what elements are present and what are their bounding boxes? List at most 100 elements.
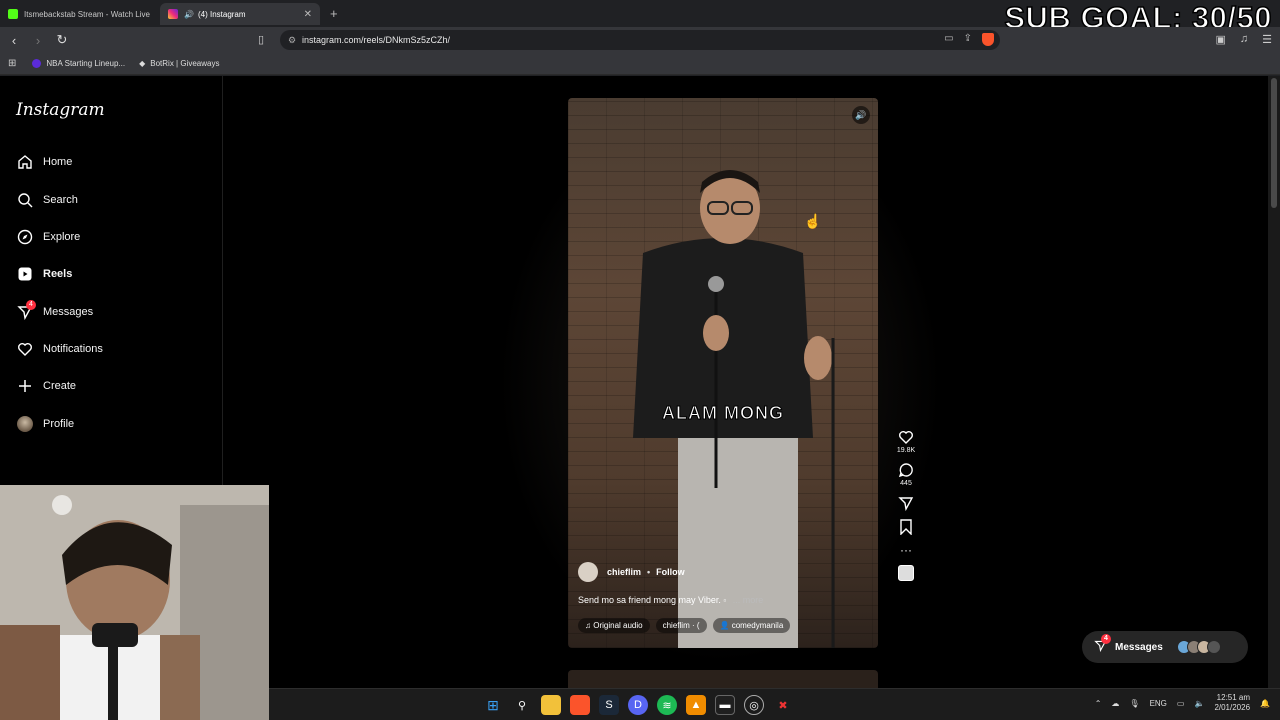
like-action[interactable]: 19.8K xyxy=(897,429,915,454)
taskbar-apps: ⊞ ⚲ S D ≋ ▲ ▬ ◎ ✖ xyxy=(483,695,793,715)
sidebar-item-messages[interactable]: 4 Messages xyxy=(16,300,93,324)
reel-description: Send mo sa friend mong may Viber. ▫ ... … xyxy=(578,595,763,605)
forward-icon[interactable]: › xyxy=(28,33,48,48)
tagged-user-chip[interactable]: 👤 comedymanila xyxy=(712,618,791,633)
notification-badge: 4 xyxy=(1101,634,1111,644)
sidebar-item-notifications[interactable]: Notifications xyxy=(16,337,103,361)
scrollbar-thumb[interactable] xyxy=(1271,78,1277,208)
kick-icon xyxy=(8,9,18,19)
send-icon xyxy=(898,497,914,511)
tab-instagram[interactable]: 🔊 (4) Instagram ✕ xyxy=(160,3,320,25)
description-text: Send mo sa friend mong may Viber. xyxy=(578,595,724,605)
volume-icon[interactable]: 🔊 xyxy=(852,106,870,124)
audio-chip[interactable]: ♫ Original audio xyxy=(578,618,650,633)
comment-icon xyxy=(898,463,913,478)
conversation-avatars xyxy=(1176,640,1221,654)
comment-action[interactable]: 445 xyxy=(898,462,914,487)
bookmark-icon[interactable]: ▯ xyxy=(258,33,264,46)
notification-badge: 4 xyxy=(26,300,36,310)
messenger-icon: 4 xyxy=(1094,634,1111,655)
address-bar[interactable]: ⚙ instagram.com/reels/DNkmSz5zCZh/ ▭ ⇪ xyxy=(280,30,1000,50)
heart-icon xyxy=(16,340,34,358)
apps-icon[interactable]: ⊞ xyxy=(8,58,16,69)
menu-icon[interactable]: ☰ xyxy=(1262,33,1272,46)
discord-icon[interactable]: D xyxy=(628,695,648,715)
close-icon[interactable]: ✕ xyxy=(304,9,312,20)
separator-dot: • xyxy=(647,567,651,577)
share-icon[interactable]: ⇪ xyxy=(964,33,972,46)
sidebar-item-label: Create xyxy=(43,380,77,392)
network-icon[interactable]: ▭ xyxy=(1177,699,1185,708)
system-tray: ⌃ ☁ 🎙 ENG ▭ 🔈 12:51 am 2/01/2026 🔔 xyxy=(1095,693,1270,713)
sidebar-item-label: Home xyxy=(43,156,73,168)
tagged-user-label: comedymanila xyxy=(731,621,784,630)
share-action[interactable] xyxy=(898,495,914,511)
plus-icon xyxy=(16,377,34,395)
sidebar-item-search[interactable]: Search xyxy=(16,188,78,212)
microphone-icon[interactable]: 🎙 xyxy=(1129,699,1139,708)
file-explorer-icon[interactable] xyxy=(541,695,561,715)
audio-label: Original audio xyxy=(593,621,643,630)
volume-icon[interactable]: 🔈 xyxy=(1194,699,1204,708)
more-icon: ··· xyxy=(900,543,912,557)
sidebar-icon[interactable]: ▣ xyxy=(1215,33,1225,46)
reel-video[interactable]: 🔊 ALAM MONG chieflim • Follow Send mo sa… xyxy=(568,98,878,648)
obs-icon[interactable]: ▬ xyxy=(715,695,735,715)
messages-pill[interactable]: 4 Messages xyxy=(1082,631,1248,663)
notifications-icon[interactable]: 🔔 xyxy=(1260,699,1270,708)
more-options[interactable]: ··· xyxy=(900,543,912,557)
app-icon[interactable]: ◎ xyxy=(744,695,764,715)
sidebar-item-profile[interactable]: Profile xyxy=(16,412,74,436)
windows-start-icon[interactable]: ⊞ xyxy=(483,695,503,715)
audio-avatar xyxy=(898,565,914,581)
audio-author-chip[interactable]: chieflim · ( xyxy=(655,618,707,633)
spotify-icon[interactable]: ≋ xyxy=(657,695,677,715)
bookmark-nba[interactable]: NBA Starting Lineup... xyxy=(32,59,125,68)
comment-count: 445 xyxy=(900,480,912,487)
date: 2/01/2026 xyxy=(1214,703,1251,712)
vlc-icon[interactable]: ▲ xyxy=(686,695,706,715)
bookmark-botrix[interactable]: ◆ BotRix | Giveaways xyxy=(139,59,219,68)
tab-kick-stream[interactable]: Itsmebackstab Stream - Watch Live o xyxy=(0,3,160,25)
page-scrollbar[interactable] xyxy=(1268,76,1280,688)
steam-icon[interactable]: S xyxy=(599,695,619,715)
reels-icon xyxy=(16,265,34,283)
avatar xyxy=(1206,640,1221,654)
search-icon[interactable]: ⚲ xyxy=(512,695,532,715)
windows-taskbar: ⊞ ⚲ S D ≋ ▲ ▬ ◎ ✖ ⌃ ☁ 🎙 ENG ▭ 🔈 12:51 am… xyxy=(269,688,1280,720)
sidebar-item-create[interactable]: Create xyxy=(16,374,76,398)
follow-button[interactable]: Follow xyxy=(656,567,685,577)
media-icon[interactable]: ♫ xyxy=(1240,33,1248,46)
url-text: instagram.com/reels/DNkmSz5zCZh/ xyxy=(302,35,451,45)
chevron-up-icon[interactable]: ⌃ xyxy=(1095,699,1102,708)
sidebar-item-label: Messages xyxy=(43,306,94,318)
bookmark-icon xyxy=(900,519,912,535)
audio-thumbnail[interactable] xyxy=(898,565,914,581)
heart-icon xyxy=(899,431,913,444)
sidebar-item-explore[interactable]: Explore xyxy=(16,225,80,249)
sidebar-item-reels[interactable]: Reels xyxy=(16,262,72,286)
reel-author: chieflim • Follow xyxy=(578,562,685,582)
more-link[interactable]: ... more xyxy=(733,595,764,605)
author-name[interactable]: chieflim xyxy=(607,567,641,577)
reel-caption-overlay: ALAM MONG xyxy=(662,403,784,424)
sidebar-item-home[interactable]: Home xyxy=(16,150,72,174)
app-icon[interactable]: ✖ xyxy=(773,695,793,715)
back-icon[interactable]: ‹ xyxy=(4,33,24,48)
clock[interactable]: 12:51 am 2/01/2026 xyxy=(1214,693,1250,713)
reload-icon[interactable]: ↻ xyxy=(52,32,72,48)
save-action[interactable] xyxy=(899,519,913,535)
site-info-icon[interactable]: ⚙ xyxy=(288,35,302,46)
author-avatar[interactable] xyxy=(578,562,598,582)
time: 12:51 am xyxy=(1216,693,1251,702)
next-reel-preview[interactable] xyxy=(568,670,878,688)
brave-browser-icon[interactable] xyxy=(570,695,590,715)
instagram-logo[interactable]: Instagram xyxy=(16,100,105,120)
streamer-camera-feed xyxy=(0,485,269,720)
cloud-icon[interactable]: ☁ xyxy=(1111,699,1119,708)
brave-shield-icon[interactable] xyxy=(982,33,994,46)
language-indicator[interactable]: ENG xyxy=(1150,699,1167,708)
new-tab-button[interactable]: + xyxy=(330,6,338,21)
tab-title: Itsmebackstab Stream - Watch Live o xyxy=(24,9,152,19)
cast-icon[interactable]: ▭ xyxy=(944,33,953,46)
